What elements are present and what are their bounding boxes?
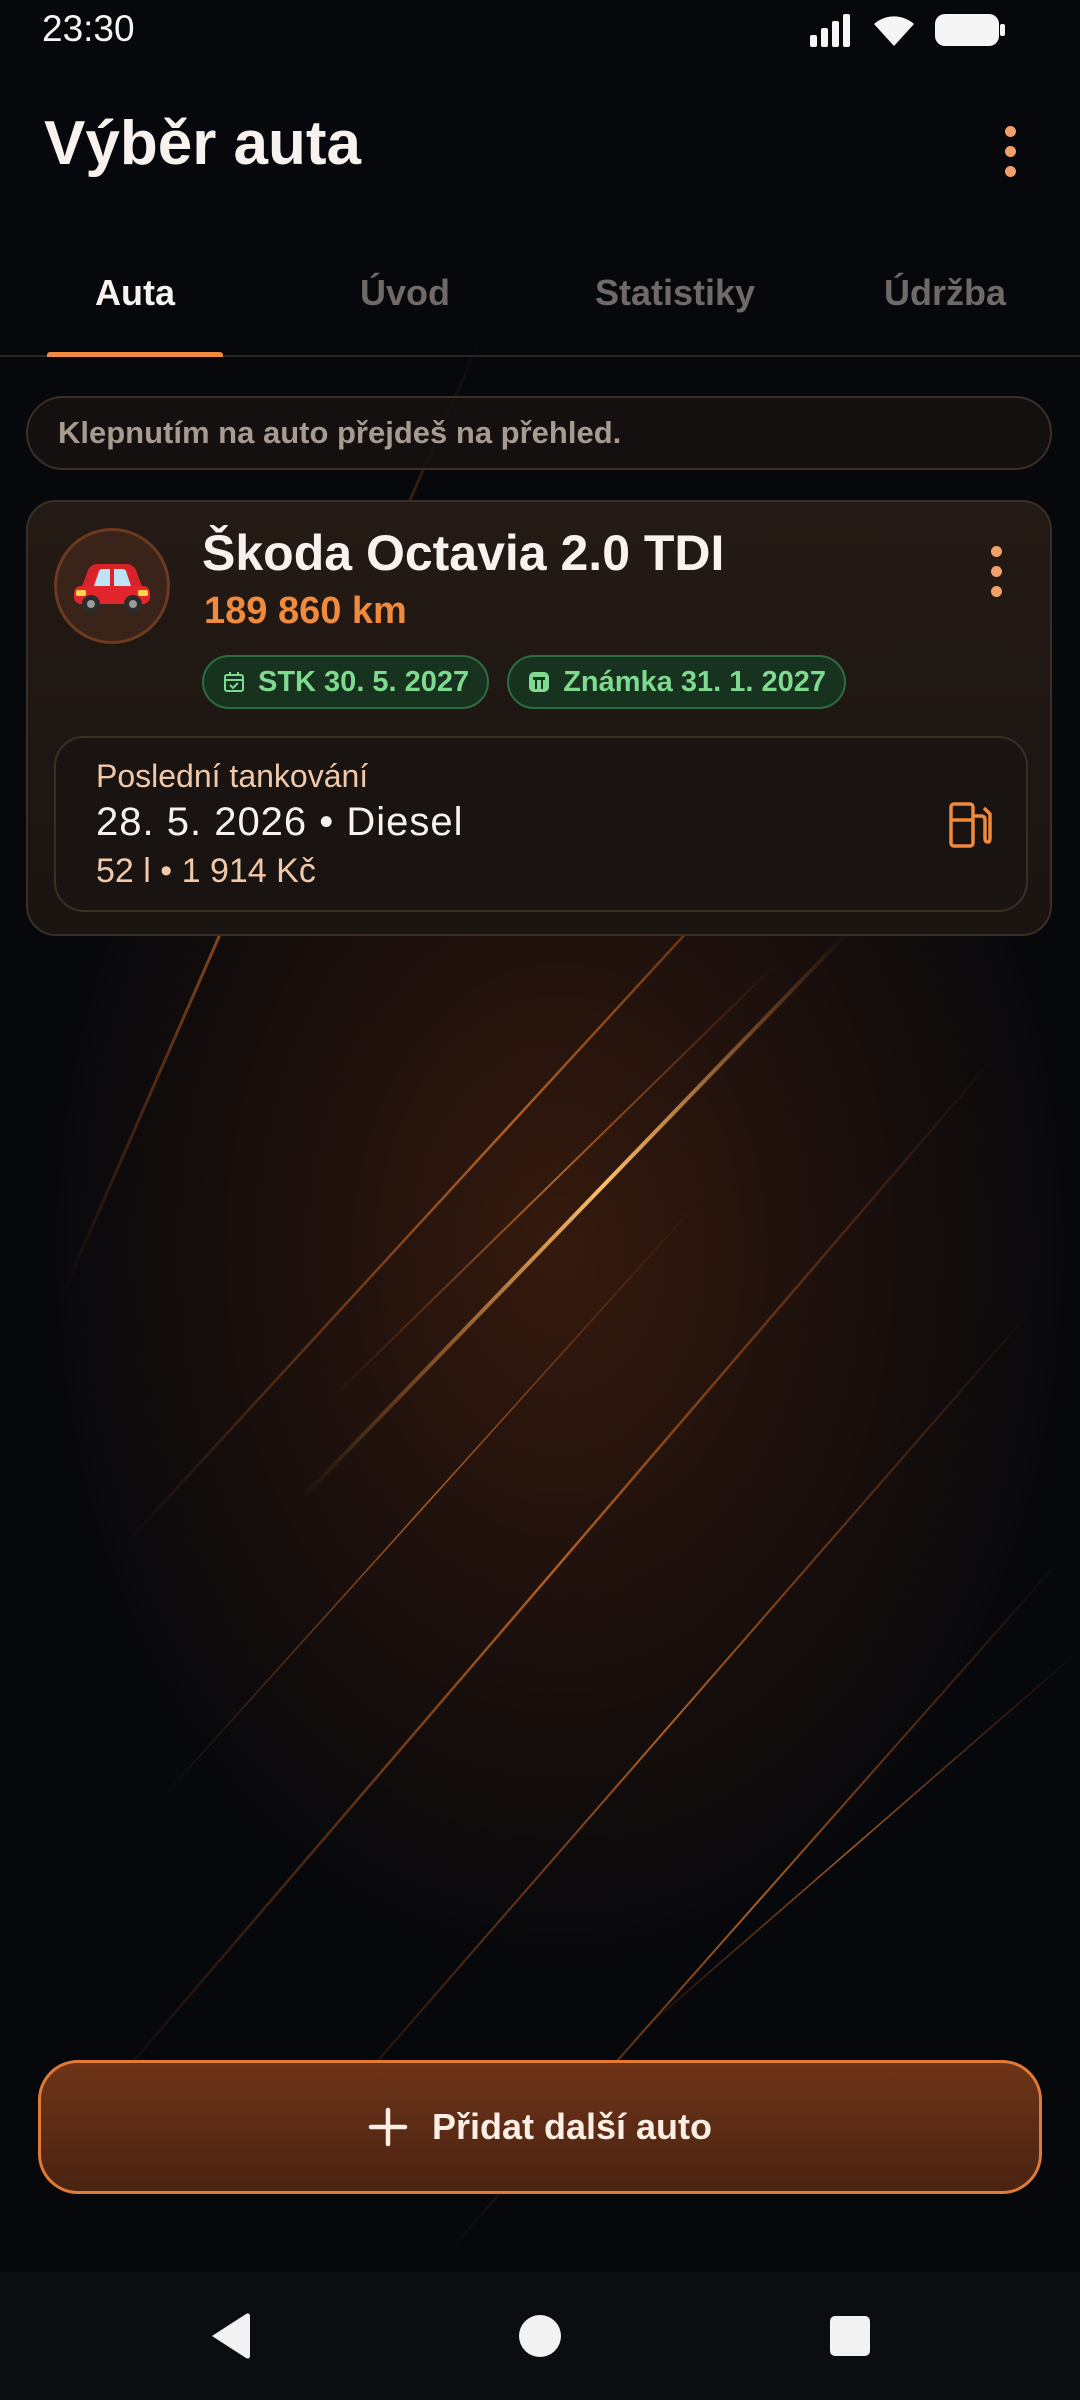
last-refuel-box: Poslední tankování 28. 5. 2026 • Diesel … xyxy=(54,736,1028,912)
tab-udrzba[interactable]: Údržba xyxy=(810,230,1080,355)
stk-badge: STK 30. 5. 2027 xyxy=(202,655,490,709)
toll-road-icon xyxy=(529,672,550,692)
add-car-label: Přidat další auto xyxy=(431,2106,713,2147)
nav-recents-button[interactable] xyxy=(790,2272,910,2400)
fuel-pump-icon xyxy=(949,802,992,848)
car-avatar xyxy=(54,528,170,644)
calendar-check-icon xyxy=(224,672,244,692)
status-bar: 23:30 xyxy=(0,0,1080,62)
plus-icon xyxy=(368,2107,408,2147)
tab-indicator xyxy=(47,352,223,357)
status-time: 23:30 xyxy=(42,8,135,49)
car-odometer: 189 860 km xyxy=(204,590,407,632)
more-vert-icon-dot xyxy=(1004,145,1016,157)
more-options-button[interactable] xyxy=(980,116,1040,186)
add-car-button[interactable]: Přidat další auto xyxy=(38,2060,1042,2194)
vignette-badge-label: Známka 31. 1. 2027 xyxy=(563,665,826,698)
car-icon xyxy=(74,564,150,613)
more-vert-icon xyxy=(1004,125,1016,137)
home-circle-icon xyxy=(519,2315,561,2357)
signal-icon xyxy=(810,14,850,47)
system-nav-bar xyxy=(0,2272,1080,2400)
car-more-options-button[interactable] xyxy=(976,536,1016,606)
wifi-icon xyxy=(874,16,914,46)
app-bar: Výběr auta xyxy=(0,90,1080,200)
tab-uvod[interactable]: Úvod xyxy=(270,230,540,355)
tab-statistiky[interactable]: Statistiky xyxy=(540,230,810,355)
tab-auta[interactable]: Auta xyxy=(0,230,270,355)
tab-bar: Auta Úvod Statistiky Údržba xyxy=(0,230,1080,357)
last-refuel-amount-price: 52 l • 1 914 Kč xyxy=(96,852,316,890)
vignette-badge: Známka 31. 1. 2027 xyxy=(507,655,846,709)
nav-home-button[interactable] xyxy=(480,2272,600,2400)
more-vert-icon-dot xyxy=(990,565,1002,577)
battery-icon xyxy=(935,14,1005,46)
recents-square-icon xyxy=(830,2316,870,2356)
stk-badge-label: STK 30. 5. 2027 xyxy=(258,665,470,698)
more-vert-icon-dot xyxy=(1004,165,1016,177)
car-card[interactable]: Škoda Octavia 2.0 TDI 189 860 km STK 30.… xyxy=(26,500,1052,936)
hint-banner: Klepnutím na auto přejdeš na přehled. xyxy=(26,396,1052,470)
last-refuel-title: Poslední tankování xyxy=(96,758,369,794)
car-badges: STK 30. 5. 2027 Známka 31. 1. 2027 xyxy=(202,655,846,709)
more-vert-icon-dot xyxy=(990,585,1002,597)
nav-back-button[interactable] xyxy=(170,2272,290,2400)
status-icons xyxy=(808,12,1006,48)
back-triangle-icon xyxy=(212,2313,250,2359)
page-title: Výběr auta xyxy=(44,109,362,178)
last-refuel-date-fuel: 28. 5. 2026 • Diesel xyxy=(96,800,464,844)
car-name: Škoda Octavia 2.0 TDI xyxy=(202,525,725,581)
more-vert-icon xyxy=(990,545,1002,557)
background-streaks xyxy=(40,339,1080,2251)
